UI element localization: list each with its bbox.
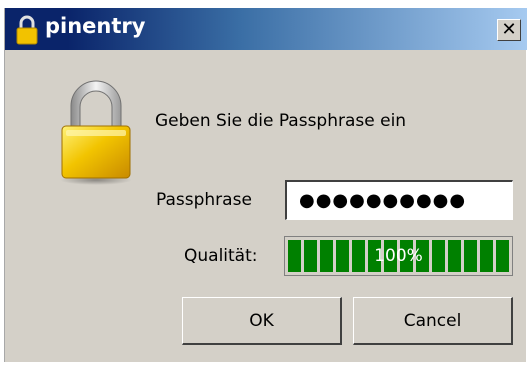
prompt-message: Geben Sie die Passphrase ein (155, 111, 407, 131)
passphrase-input[interactable]: ●●●●●●●●●● (285, 180, 513, 220)
ok-button[interactable]: OK (182, 297, 342, 345)
quality-progress-bar: 100% (284, 236, 513, 276)
close-button[interactable]: ✕ (497, 19, 521, 41)
passphrase-label: Passphrase (156, 190, 252, 210)
quality-label: Qualität: (184, 246, 258, 266)
quality-value: 100% (374, 246, 423, 266)
window-title: pinentry (45, 14, 146, 38)
lock-icon (16, 15, 38, 45)
close-icon: ✕ (501, 19, 517, 40)
pinentry-window: pinentry ✕ Geben Sie die Passphrase ein … (4, 8, 527, 362)
cancel-button[interactable]: Cancel (353, 297, 513, 345)
title-bar[interactable]: pinentry ✕ (5, 8, 527, 50)
padlock-icon (60, 80, 132, 185)
